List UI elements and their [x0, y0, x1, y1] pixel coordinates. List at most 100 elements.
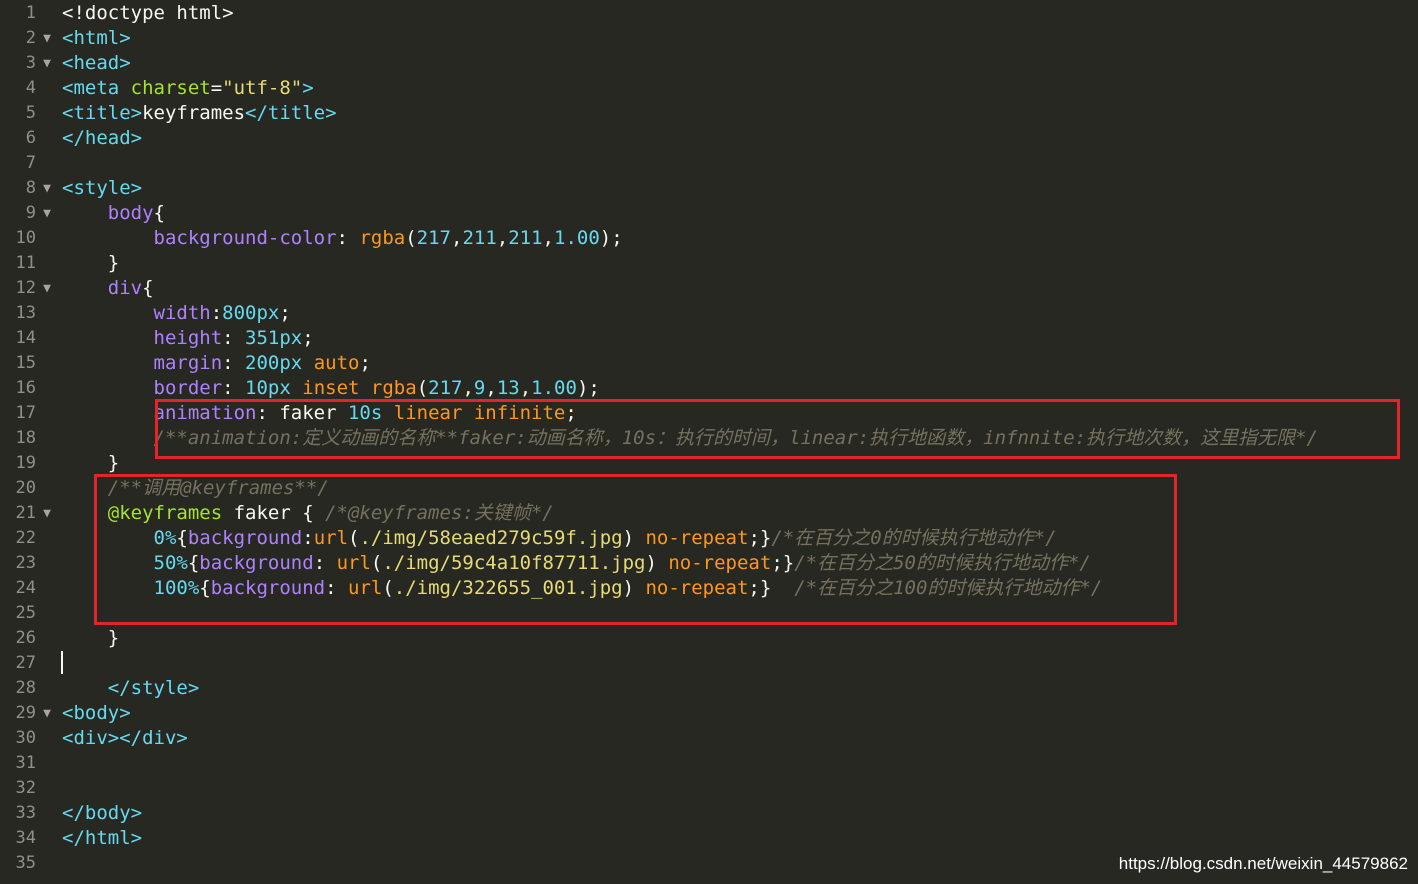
- code-text[interactable]: height: 351px;: [62, 326, 314, 351]
- code-token: :: [222, 327, 246, 349]
- code-text[interactable]: }: [62, 451, 119, 476]
- code-line[interactable]: 32: [0, 776, 1418, 801]
- code-editor[interactable]: 1 <!doctype html> 2 ▼ <html> 3 ▼ <head> 4 <meta c…: [0, 0, 1418, 884]
- code-text[interactable]: body{: [62, 201, 165, 226]
- code-token: rgba: [359, 227, 406, 249]
- code-token: :: [336, 227, 360, 249]
- code-text[interactable]: div{: [62, 276, 154, 301]
- code-token: 351px: [245, 327, 303, 349]
- code-line[interactable]: 9 ▼ body{: [0, 201, 1418, 226]
- fold-arrow-icon[interactable]: ▼: [39, 701, 55, 726]
- code-text[interactable]: <div></div>: [62, 726, 188, 751]
- code-line[interactable]: 31: [0, 751, 1418, 776]
- code-line[interactable]: 10 background-color: rgba(217,211,211,1.…: [0, 226, 1418, 251]
- code-token: </head>: [62, 127, 143, 149]
- fold-arrow-icon[interactable]: ▼: [39, 201, 55, 226]
- code-token: width: [153, 302, 211, 324]
- line-number: 2: [25, 28, 36, 48]
- code-text[interactable]: border: 10px inset rgba(217,9,13,1.00);: [62, 376, 600, 401]
- code-line[interactable]: 15 margin: 200px auto;: [0, 351, 1418, 376]
- code-token: </title>: [245, 102, 337, 124]
- line-number: 18: [15, 428, 36, 448]
- code-line[interactable]: 27: [0, 651, 1418, 676]
- code-text[interactable]: </body>: [62, 801, 142, 826]
- code-token: background-color: [153, 227, 337, 249]
- code-line[interactable]: 12 ▼ div{: [0, 276, 1418, 301]
- code-token: ;: [279, 302, 291, 324]
- code-line[interactable]: 8 ▼ <style>: [0, 176, 1418, 201]
- code-line[interactable]: 7: [0, 151, 1418, 176]
- highlight-box-keyframes: [94, 474, 1177, 625]
- code-token: 217: [416, 227, 451, 249]
- code-token: }: [62, 627, 120, 649]
- code-token: }: [62, 252, 120, 274]
- code-token: 200px: [245, 352, 303, 374]
- fold-arrow-icon[interactable]: ▼: [39, 176, 55, 201]
- code-text[interactable]: }: [62, 626, 119, 651]
- code-line[interactable]: 4 <meta charset="utf-8">: [0, 76, 1418, 101]
- code-token: auto: [313, 352, 360, 374]
- code-line[interactable]: 1 <!doctype html>: [0, 1, 1418, 26]
- code-token: <title>: [62, 102, 143, 124]
- code-line[interactable]: 5 <title>keyframes</title>: [0, 101, 1418, 126]
- code-line[interactable]: 3 ▼ <head>: [0, 51, 1418, 76]
- fold-arrow-icon[interactable]: ▼: [39, 276, 55, 301]
- watermark-url: https://blog.csdn.net/weixin_44579862: [1118, 854, 1408, 873]
- code-text[interactable]: width:800px;: [62, 301, 291, 326]
- code-text[interactable]: </style>: [62, 676, 200, 701]
- code-line[interactable]: 29 ▼ <body>: [0, 701, 1418, 726]
- code-token: <html>: [62, 27, 131, 49]
- code-line[interactable]: 16 border: 10px inset rgba(217,9,13,1.00…: [0, 376, 1418, 401]
- code-line[interactable]: 14 height: 351px;: [0, 326, 1418, 351]
- code-text[interactable]: margin: 200px auto;: [62, 351, 371, 376]
- code-text[interactable]: background-color: rgba(217,211,211,1.00)…: [62, 226, 623, 251]
- code-text[interactable]: <!doctype html>: [62, 1, 234, 26]
- line-number: 24: [15, 578, 36, 598]
- highlight-box-animation: [155, 399, 1400, 459]
- code-token: charset: [130, 77, 211, 99]
- code-line[interactable]: 33 </body>: [0, 801, 1418, 826]
- code-line[interactable]: 6 </head>: [0, 126, 1418, 151]
- code-line[interactable]: 28 </style>: [0, 676, 1418, 701]
- code-line[interactable]: 34 </html>: [0, 826, 1418, 851]
- code-text[interactable]: <meta charset="utf-8">: [62, 76, 314, 101]
- line-number: 26: [15, 628, 36, 648]
- code-text[interactable]: <body>: [62, 701, 131, 726]
- code-line[interactable]: 11 }: [0, 251, 1418, 276]
- code-text[interactable]: }: [62, 251, 119, 276]
- line-number: 28: [15, 678, 36, 698]
- code-token: 211: [508, 227, 543, 249]
- code-text[interactable]: </head>: [62, 126, 142, 151]
- fold-arrow-icon[interactable]: ▼: [39, 51, 55, 76]
- code-token: height: [153, 327, 223, 349]
- code-token: 13: [496, 377, 520, 399]
- fold-arrow-icon[interactable]: ▼: [39, 501, 55, 526]
- fold-arrow-icon[interactable]: ▼: [39, 26, 55, 51]
- line-number: 33: [15, 803, 36, 823]
- code-line[interactable]: 13 width:800px;: [0, 301, 1418, 326]
- line-number: 27: [15, 653, 36, 673]
- line-number: 14: [15, 328, 36, 348]
- code-token: <!doctype html>: [62, 2, 234, 24]
- code-token: =: [210, 77, 223, 99]
- code-text[interactable]: </html>: [62, 826, 142, 851]
- code-line[interactable]: 2 ▼ <html>: [0, 26, 1418, 51]
- code-line[interactable]: 26 }: [0, 626, 1418, 651]
- line-number: 9: [25, 203, 36, 223]
- code-token: :: [210, 302, 223, 324]
- code-text[interactable]: <title>keyframes</title>: [62, 101, 337, 126]
- code-line[interactable]: 30 <div></div>: [0, 726, 1418, 751]
- code-text[interactable]: <style>: [62, 176, 142, 201]
- line-number: 32: [15, 778, 36, 798]
- code-token: </style>: [107, 677, 200, 699]
- line-number: 22: [15, 528, 36, 548]
- code-text[interactable]: <html>: [62, 26, 131, 51]
- code-token: 10px: [245, 377, 291, 399]
- code-text[interactable]: <head>: [62, 51, 131, 76]
- code-token: body: [107, 202, 154, 224]
